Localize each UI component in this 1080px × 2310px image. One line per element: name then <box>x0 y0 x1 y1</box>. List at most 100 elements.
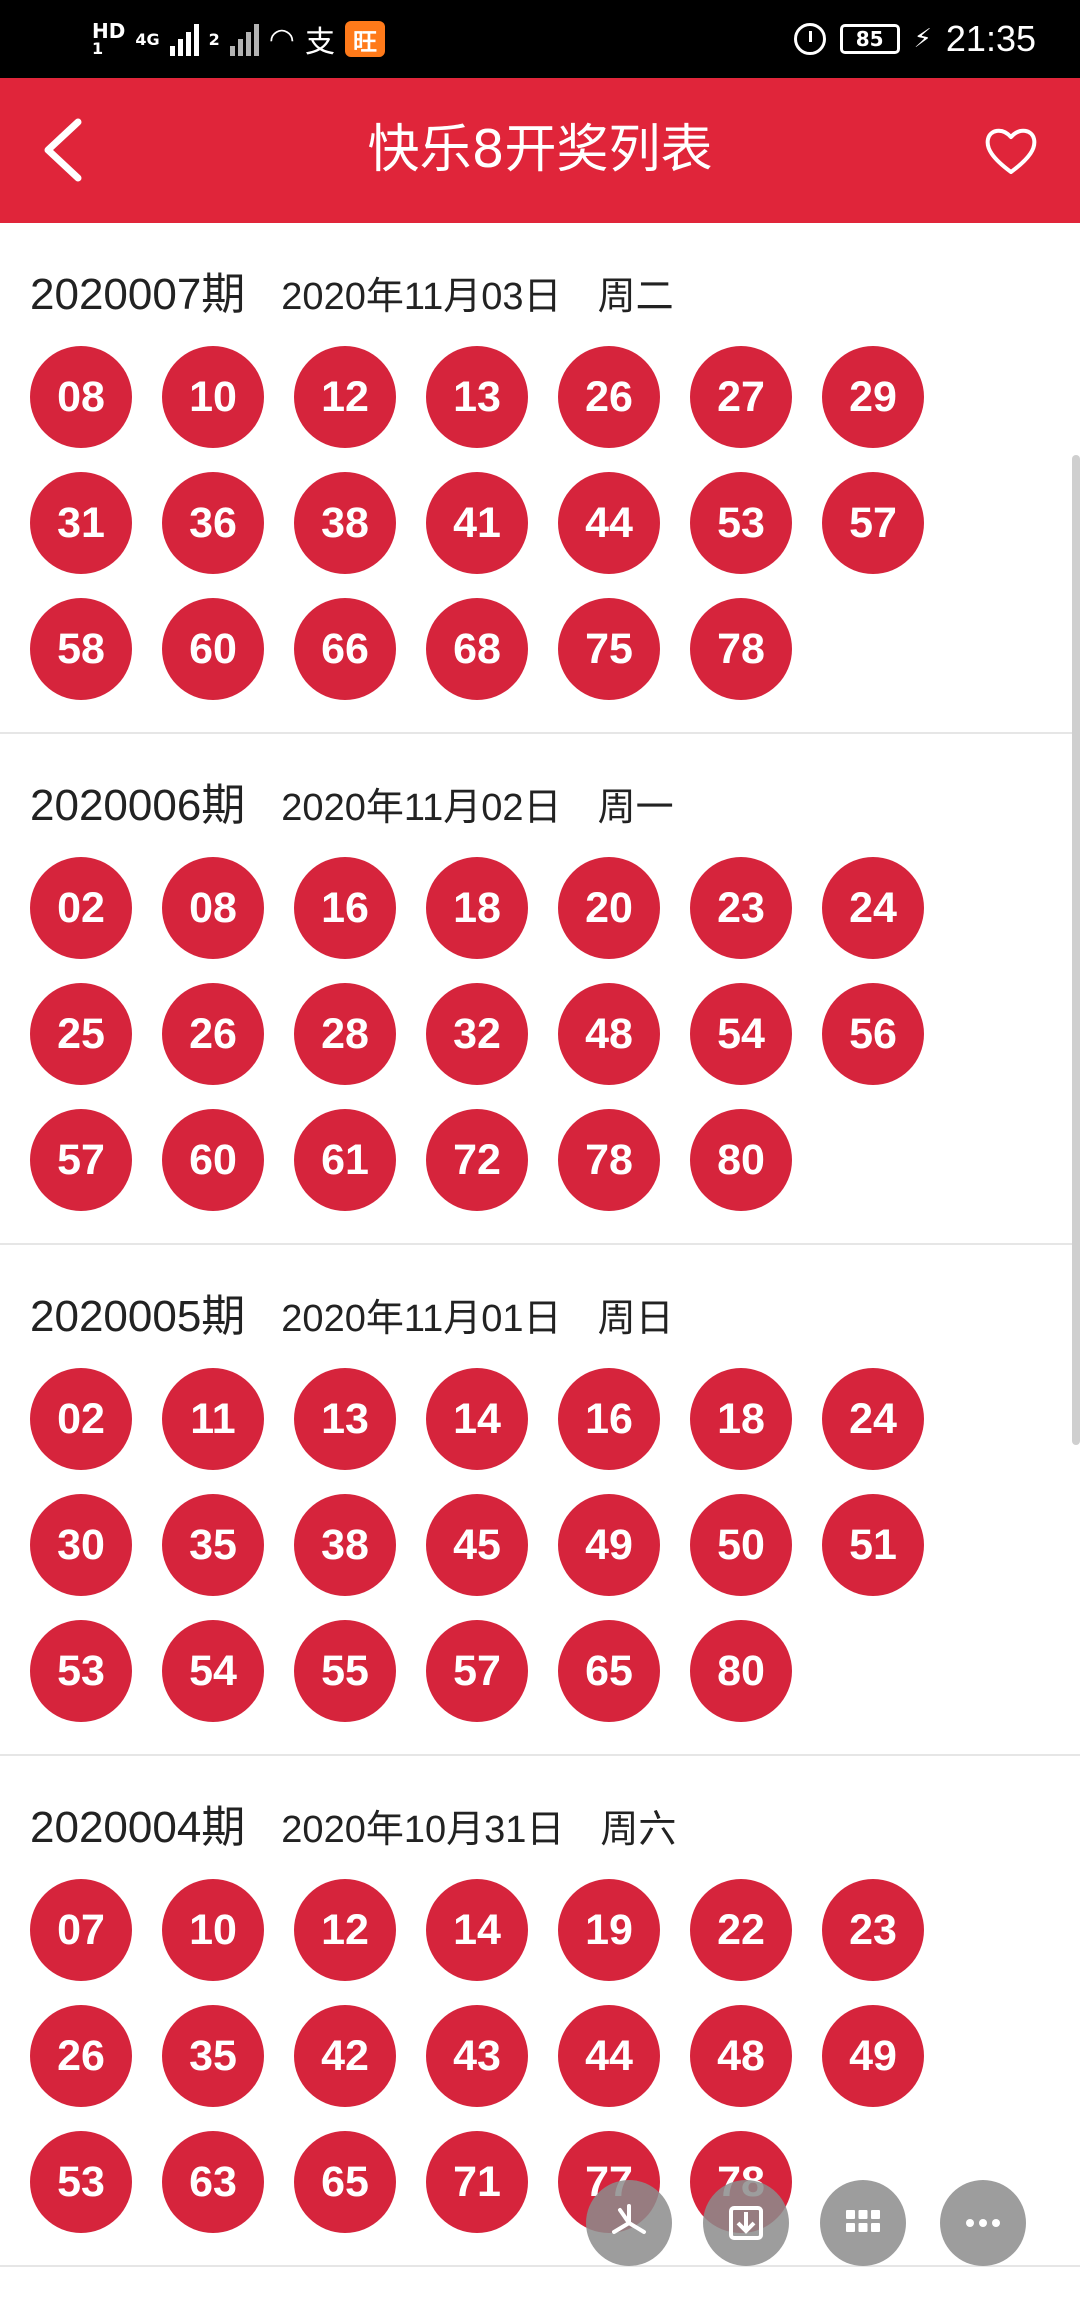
heart-icon <box>985 128 1037 174</box>
number-ball: 08 <box>162 857 264 959</box>
number-ball: 54 <box>690 983 792 1085</box>
number-ball: 23 <box>822 1879 924 1981</box>
draw-weekday: 周日 <box>597 1296 674 1340</box>
number-ball: 18 <box>690 1368 792 1470</box>
pinwheel-button[interactable] <box>586 2180 672 2266</box>
draw-header: 2020006期 2020年11月02日 周一 <box>30 769 674 833</box>
number-balls: 07 10 12 14 19 22 23 26 35 42 43 44 48 4… <box>30 1879 960 2257</box>
status-left: HD 1 4G 2 ◠ 支 旺 <box>92 10 385 68</box>
number-ball: 10 <box>162 346 264 448</box>
number-ball: 45 <box>426 1494 528 1596</box>
app-header: 快乐8开奖列表 <box>0 78 1080 223</box>
number-ball: 13 <box>294 1368 396 1470</box>
number-ball: 35 <box>162 2005 264 2107</box>
draw-weekday: 周一 <box>597 785 674 829</box>
pinwheel-icon <box>612 2204 646 2234</box>
number-ball: 41 <box>426 472 528 574</box>
number-ball: 43 <box>426 2005 528 2107</box>
number-balls: 02 08 16 18 20 23 24 25 26 28 32 48 54 5… <box>30 857 960 1235</box>
draw-header: 2020007期 2020年11月03日 周二 <box>30 258 674 322</box>
scrollbar[interactable] <box>1072 455 1080 1445</box>
alipay-icon: 支 <box>304 25 335 60</box>
number-ball: 35 <box>162 1494 264 1596</box>
number-ball: 63 <box>162 2131 264 2233</box>
number-ball: 14 <box>426 1879 528 1981</box>
signal-icon <box>169 22 199 56</box>
number-ball: 53 <box>30 2131 132 2233</box>
draw-item[interactable]: 2020006期 2020年11月02日 周一 02 08 16 18 20 2… <box>0 734 1080 1245</box>
number-ball: 31 <box>30 472 132 574</box>
download-button[interactable] <box>703 2180 789 2266</box>
number-ball: 44 <box>558 472 660 574</box>
number-ball: 48 <box>558 983 660 1085</box>
number-ball: 26 <box>30 2005 132 2107</box>
number-ball: 12 <box>294 346 396 448</box>
number-ball: 18 <box>426 857 528 959</box>
alarm-icon <box>793 23 826 55</box>
number-ball: 16 <box>558 1368 660 1470</box>
issue-number: 2020004期 <box>30 1803 246 1852</box>
number-ball: 78 <box>558 1109 660 1211</box>
draw-list[interactable]: 2020007期 2020年11月03日 周二 08 10 12 13 26 2… <box>0 223 1080 2267</box>
download-icon <box>729 2206 763 2240</box>
number-ball: 20 <box>558 857 660 959</box>
number-balls: 02 11 13 14 16 18 24 30 35 38 45 49 50 5… <box>30 1368 960 1746</box>
wifi-icon: ◠ <box>268 21 295 57</box>
number-ball: 60 <box>162 598 264 700</box>
status-right: 85 ⚡ 21:35 <box>793 10 1036 68</box>
page-title: 快乐8开奖列表 <box>367 120 713 180</box>
number-ball: 26 <box>162 983 264 1085</box>
number-ball: 44 <box>558 2005 660 2107</box>
draw-item[interactable]: 2020007期 2020年11月03日 周二 08 10 12 13 26 2… <box>0 223 1080 734</box>
clock: 21:35 <box>945 18 1036 59</box>
number-ball: 23 <box>690 857 792 959</box>
number-ball: 49 <box>558 1494 660 1596</box>
draw-item[interactable]: 2020005期 2020年11月01日 周日 02 11 13 14 16 1… <box>0 1245 1080 1756</box>
number-ball: 08 <box>30 346 132 448</box>
number-ball: 80 <box>690 1620 792 1722</box>
draw-date: 2020年11月02日 <box>281 787 562 829</box>
number-ball: 22 <box>690 1879 792 1981</box>
battery-icon: 85 <box>839 24 900 54</box>
battery-level: 85 <box>855 27 884 51</box>
number-ball: 27 <box>690 346 792 448</box>
number-ball: 13 <box>426 346 528 448</box>
number-ball: 57 <box>30 1109 132 1211</box>
hd-label: HD <box>92 19 126 43</box>
number-ball: 53 <box>30 1620 132 1722</box>
issue-number: 2020007期 <box>30 270 246 319</box>
number-ball: 66 <box>294 598 396 700</box>
favorite-button[interactable] <box>982 122 1040 180</box>
number-ball: 54 <box>162 1620 264 1722</box>
number-ball: 38 <box>294 1494 396 1596</box>
number-ball: 38 <box>294 472 396 574</box>
more-button[interactable] <box>940 2180 1026 2266</box>
number-ball: 57 <box>426 1620 528 1722</box>
draw-header: 2020004期 2020年10月31日 周六 <box>30 1791 676 1855</box>
number-ball: 30 <box>30 1494 132 1596</box>
number-ball: 26 <box>558 346 660 448</box>
draw-weekday: 周二 <box>597 274 674 318</box>
status-bar: HD 1 4G 2 ◠ 支 旺 85 ⚡ 21:35 <box>0 0 1080 78</box>
sim1-label: 1 <box>92 39 104 58</box>
draw-item[interactable]: 2020004期 2020年10月31日 周六 07 10 12 14 19 2… <box>0 1756 1080 2267</box>
number-ball: 11 <box>162 1368 264 1470</box>
number-ball: 29 <box>822 346 924 448</box>
grid-button[interactable] <box>820 2180 906 2266</box>
number-ball: 51 <box>822 1494 924 1596</box>
network-label: 4G <box>135 29 160 49</box>
number-ball: 49 <box>822 2005 924 2107</box>
number-ball: 24 <box>822 857 924 959</box>
number-ball: 78 <box>690 598 792 700</box>
grid-icon <box>846 2210 880 2232</box>
number-ball: 65 <box>558 1620 660 1722</box>
number-ball: 68 <box>426 598 528 700</box>
number-ball: 58 <box>30 598 132 700</box>
draw-date: 2020年11月03日 <box>281 276 562 318</box>
number-ball: 36 <box>162 472 264 574</box>
number-ball: 72 <box>426 1109 528 1211</box>
draw-header: 2020005期 2020年11月01日 周日 <box>30 1280 674 1344</box>
more-icon <box>966 2219 1000 2227</box>
number-ball: 75 <box>558 598 660 700</box>
number-ball: 42 <box>294 2005 396 2107</box>
